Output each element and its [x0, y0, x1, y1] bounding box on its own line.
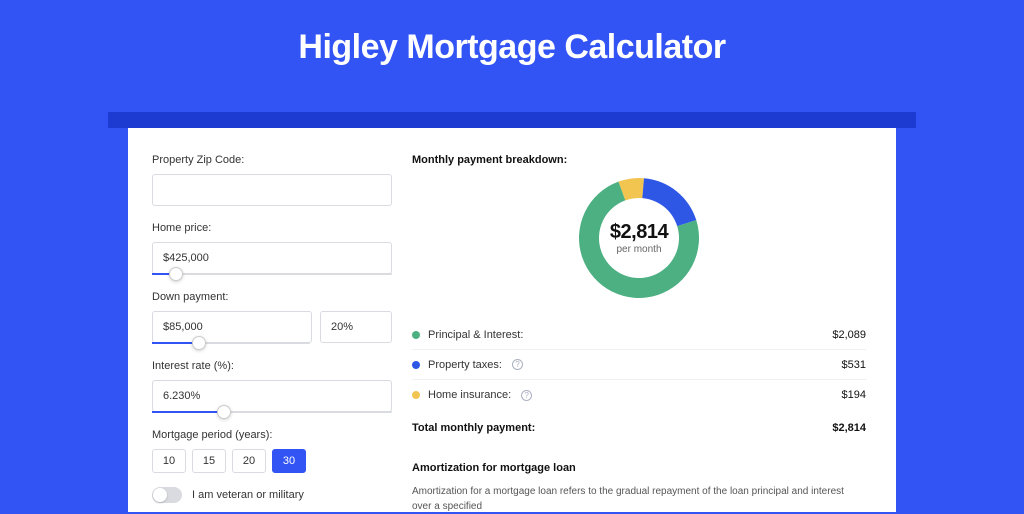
- breakdown-column: Monthly payment breakdown: $2,814 per mo…: [412, 154, 866, 512]
- period-button-15[interactable]: 15: [192, 449, 226, 473]
- legend-value: $194: [842, 389, 866, 401]
- period-button-30[interactable]: 30: [272, 449, 306, 473]
- card-shadow-bar: [108, 112, 916, 128]
- legend-row-yellow: Home insurance:? $194: [412, 380, 866, 410]
- zip-label: Property Zip Code:: [152, 154, 392, 166]
- price-field-group: Home price:: [152, 222, 392, 275]
- total-row: Total monthly payment: $2,814: [412, 410, 866, 446]
- down-percent-input[interactable]: [320, 311, 392, 343]
- down-label: Down payment:: [152, 291, 392, 303]
- blue-dot-icon: [412, 361, 420, 369]
- breakdown-title: Monthly payment breakdown:: [412, 154, 866, 166]
- amortization-title: Amortization for mortgage loan: [412, 462, 866, 474]
- rate-label: Interest rate (%):: [152, 360, 392, 372]
- green-dot-icon: [412, 331, 420, 339]
- yellow-dot-icon: [412, 391, 420, 399]
- amortization-text: Amortization for a mortgage loan refers …: [412, 484, 866, 514]
- zip-field-group: Property Zip Code:: [152, 154, 392, 206]
- legend-value: $531: [842, 359, 866, 371]
- legend-value: $2,089: [832, 329, 866, 341]
- rate-slider[interactable]: [152, 411, 392, 413]
- period-label: Mortgage period (years):: [152, 429, 392, 441]
- legend-label: Principal & Interest:: [428, 329, 523, 341]
- veteran-row: I am veteran or military: [152, 487, 392, 503]
- legend-label: Home insurance:: [428, 389, 511, 401]
- period-field-group: Mortgage period (years): 10152030: [152, 429, 392, 473]
- rate-slider-thumb[interactable]: [217, 405, 231, 419]
- rate-field-group: Interest rate (%):: [152, 360, 392, 413]
- rate-input[interactable]: [152, 380, 392, 412]
- price-input[interactable]: [152, 242, 392, 274]
- legend-row-blue: Property taxes:? $531: [412, 350, 866, 380]
- period-button-10[interactable]: 10: [152, 449, 186, 473]
- rate-slider-fill: [152, 411, 224, 413]
- donut-chart-wrap: $2,814 per month: [412, 174, 866, 302]
- legend-row-green: Principal & Interest: $2,089: [412, 320, 866, 350]
- total-value: $2,814: [832, 422, 866, 434]
- down-amount-input[interactable]: [152, 311, 312, 343]
- donut-sub: per month: [616, 244, 661, 255]
- veteran-toggle[interactable]: [152, 487, 182, 503]
- donut-amount: $2,814: [610, 221, 668, 244]
- price-slider[interactable]: [152, 273, 392, 275]
- info-icon[interactable]: ?: [521, 390, 532, 401]
- down-field-group: Down payment:: [152, 291, 392, 344]
- price-slider-thumb[interactable]: [169, 267, 183, 281]
- veteran-label: I am veteran or military: [192, 489, 304, 501]
- calculator-card: Property Zip Code: Home price: Down paym…: [128, 128, 896, 512]
- price-label: Home price:: [152, 222, 392, 234]
- period-button-20[interactable]: 20: [232, 449, 266, 473]
- down-slider[interactable]: [152, 342, 310, 344]
- donut-chart: $2,814 per month: [575, 174, 703, 302]
- page-title: Higley Mortgage Calculator: [0, 0, 1024, 89]
- down-slider-thumb[interactable]: [192, 336, 206, 350]
- zip-input[interactable]: [152, 174, 392, 206]
- info-icon[interactable]: ?: [512, 359, 523, 370]
- form-column: Property Zip Code: Home price: Down paym…: [152, 154, 392, 512]
- total-label: Total monthly payment:: [412, 422, 535, 434]
- legend-label: Property taxes:: [428, 359, 502, 371]
